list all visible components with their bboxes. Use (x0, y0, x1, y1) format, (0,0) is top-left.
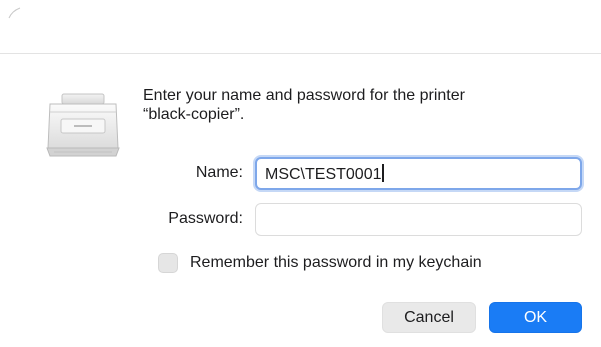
printer-auth-dialog: Enter your name and password for the pri… (0, 0, 601, 347)
dialog-message: Enter your name and password for the pri… (143, 86, 583, 124)
name-field[interactable] (255, 157, 582, 190)
resize-corner-icon (8, 7, 21, 19)
name-label: Name: (195, 164, 243, 181)
remember-keychain-label[interactable]: Remember this password in my keychain (190, 254, 482, 272)
remember-keychain-row[interactable]: Remember this password in my keychain (158, 252, 482, 274)
printer-icon (46, 93, 120, 157)
dialog-titlebar (0, 0, 601, 54)
password-label: Password: (168, 210, 243, 227)
remember-keychain-checkbox[interactable] (158, 253, 178, 273)
password-field[interactable] (255, 203, 582, 236)
message-line-2: “black-copier”. (143, 106, 245, 123)
cancel-button[interactable]: Cancel (382, 302, 476, 333)
ok-button[interactable]: OK (489, 302, 582, 333)
message-line-1: Enter your name and password for the pri… (143, 87, 465, 104)
